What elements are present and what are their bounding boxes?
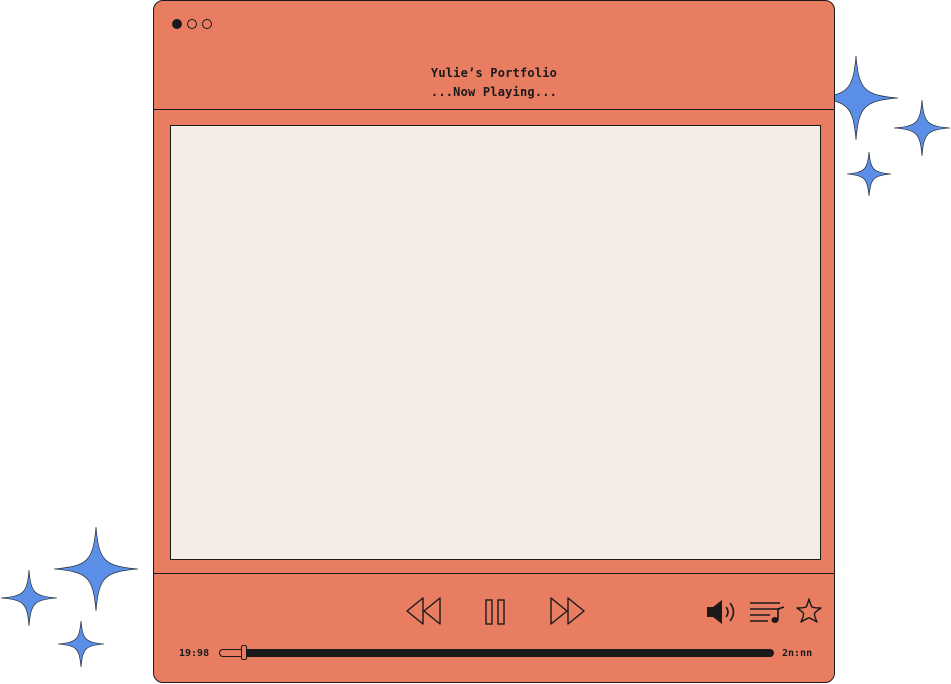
playlist-icon[interactable] bbox=[748, 598, 786, 626]
controls-divider bbox=[154, 573, 834, 574]
pause-icon[interactable] bbox=[484, 598, 508, 626]
fast-forward-icon[interactable] bbox=[548, 596, 588, 626]
media-player-window: Yulie’s Portfolio ...Now Playing... 19:9… bbox=[153, 0, 835, 683]
header-divider bbox=[154, 109, 834, 110]
minimize-dot[interactable] bbox=[187, 19, 197, 29]
elapsed-time: 19:98 bbox=[179, 648, 210, 659]
sparkle-icon bbox=[57, 620, 105, 668]
sparkle-icon bbox=[0, 569, 58, 627]
total-time: 2n:nn bbox=[782, 648, 813, 659]
window-controls bbox=[172, 19, 212, 29]
now-playing-label: ...Now Playing... bbox=[430, 85, 558, 99]
sparkle-icon bbox=[53, 526, 139, 612]
window-title: Yulie’s Portfolio bbox=[430, 66, 558, 80]
rewind-icon[interactable] bbox=[404, 596, 444, 626]
title-block: Yulie’s Portfolio ...Now Playing... bbox=[154, 64, 834, 102]
video-screen[interactable] bbox=[170, 125, 821, 560]
star-icon[interactable] bbox=[794, 597, 824, 625]
progress-track[interactable] bbox=[219, 649, 774, 657]
sparkle-icon bbox=[846, 151, 892, 197]
volume-icon[interactable] bbox=[705, 598, 739, 626]
maximize-dot[interactable] bbox=[202, 19, 212, 29]
progress-thumb[interactable] bbox=[241, 645, 247, 660]
sparkle-icon bbox=[893, 99, 951, 157]
close-dot[interactable] bbox=[172, 19, 182, 29]
